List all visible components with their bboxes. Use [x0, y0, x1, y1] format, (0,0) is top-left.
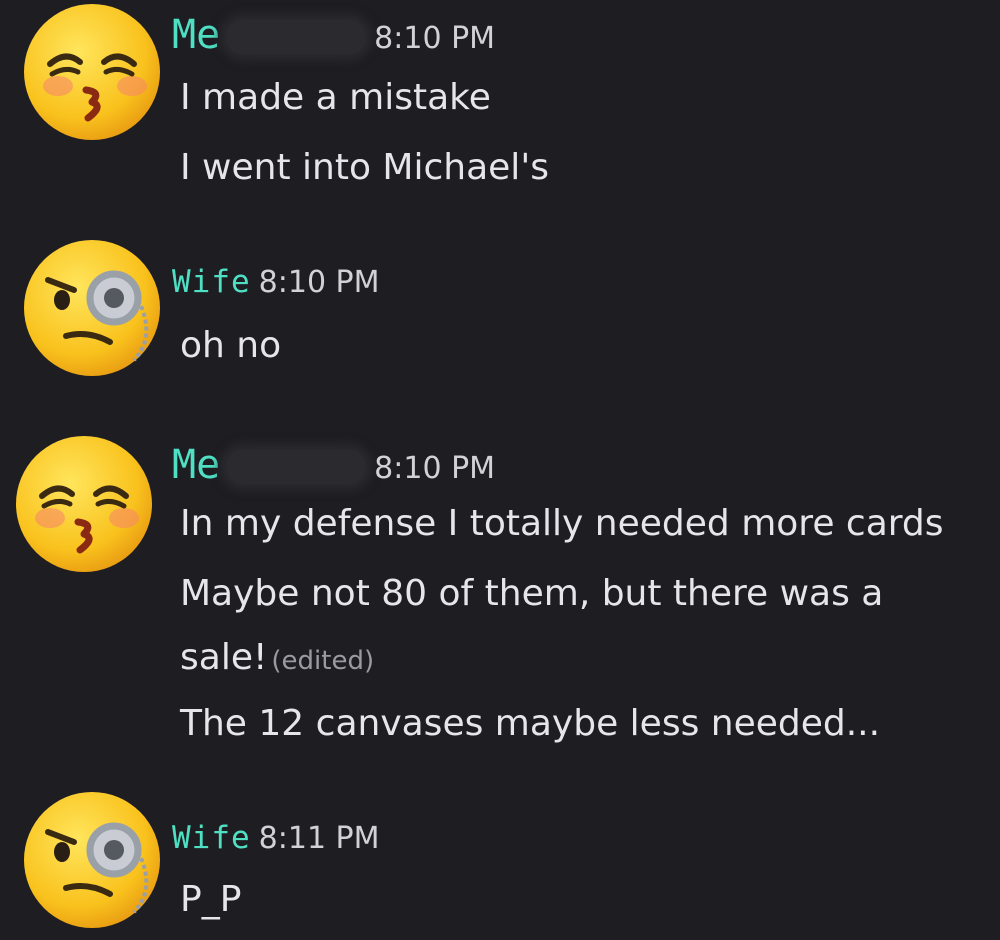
redacted-name-blur: [226, 450, 367, 484]
message-header: Wife 8:10 PM: [172, 264, 380, 314]
message-group: Me 8:10 PM In my defense I totally neede…: [0, 430, 1000, 780]
message-line: Maybe not 80 of them, but there was a: [180, 573, 884, 614]
timestamp: 8:10 PM: [258, 265, 380, 300]
username[interactable]: Wife: [172, 820, 251, 856]
message-header: Wife 8:11 PM: [172, 820, 380, 870]
redacted-name-blur: [226, 20, 367, 54]
message-header: Me 8:10 PM: [172, 442, 495, 492]
username[interactable]: Me: [172, 442, 220, 488]
timestamp: 8:10 PM: [374, 451, 496, 486]
kissing-face-avatar-icon[interactable]: [22, 2, 162, 142]
message-line: I went into Michael's: [180, 147, 549, 188]
message-header: Me 8:10 PM: [172, 12, 495, 62]
monocle-face-avatar-icon[interactable]: [22, 238, 162, 378]
message-line: In my defense I totally needed more card…: [180, 503, 944, 544]
message-group: Me 8:10 PM I made a mistake I went into …: [0, 0, 1000, 220]
message-line: I made a mistake: [180, 77, 491, 118]
message-line: The 12 canvases maybe less needed...: [180, 703, 881, 744]
username[interactable]: Wife: [172, 264, 251, 300]
kissing-face-avatar-icon[interactable]: [14, 434, 154, 574]
message-group: Wife 8:11 PM P_P: [0, 784, 1000, 940]
message-line: sale! (edited): [180, 636, 374, 683]
timestamp: 8:11 PM: [258, 821, 380, 856]
timestamp: 8:10 PM: [374, 21, 496, 56]
edited-label: (edited): [271, 646, 375, 676]
message-text: sale!: [180, 637, 268, 678]
message-line: P_P: [180, 879, 242, 920]
message-line: oh no: [180, 325, 282, 366]
monocle-face-avatar-icon[interactable]: [22, 790, 162, 930]
username[interactable]: Me: [172, 12, 220, 58]
message-group: Wife 8:10 PM oh no: [0, 230, 1000, 400]
